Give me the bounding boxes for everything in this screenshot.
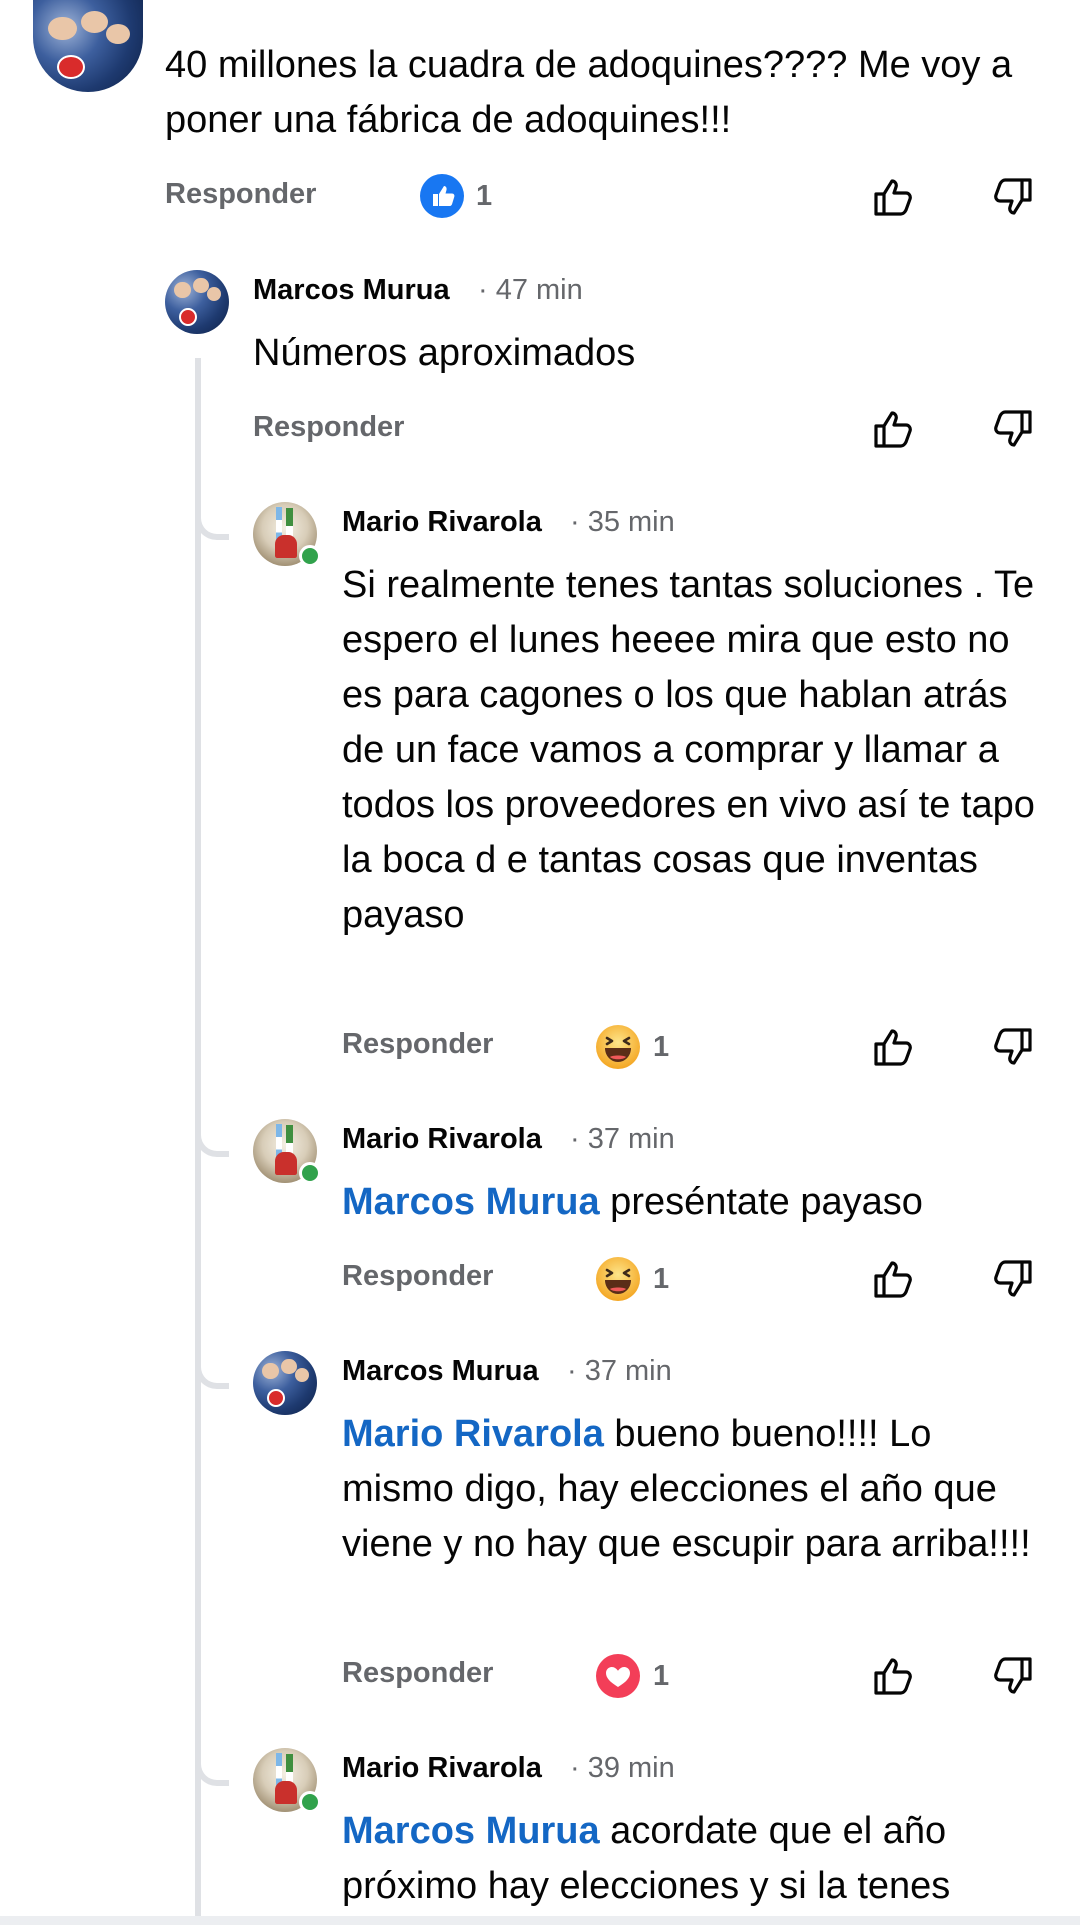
comment-author[interactable]: Mario Rivarola — [342, 1123, 542, 1156]
comment-time[interactable]: · 47 min — [478, 274, 583, 307]
avatar[interactable] — [33, 0, 143, 92]
user-mention[interactable]: Marcos Murua — [342, 1810, 600, 1852]
haha-reaction-icon — [596, 1257, 640, 1301]
reply-button[interactable]: Responder — [342, 1028, 493, 1061]
online-status-indicator — [299, 1162, 321, 1184]
reply-button[interactable]: Responder — [342, 1260, 493, 1293]
comment-text: Marcos Murua preséntate payaso — [342, 1175, 1052, 1230]
comment-author[interactable]: Mario Rivarola — [342, 506, 542, 539]
reply-button[interactable]: Responder — [165, 178, 316, 211]
comment-author[interactable]: Marcos Murua — [342, 1355, 539, 1388]
like-reaction-icon — [420, 174, 464, 218]
reply-button[interactable]: Responder — [253, 411, 404, 444]
thumbs-down-outline-icon[interactable] — [990, 174, 1036, 220]
comment-time[interactable]: · 37 min — [570, 1123, 675, 1156]
user-mention[interactable]: Mario Rivarola — [342, 1413, 604, 1455]
thumbs-down-outline-icon[interactable] — [990, 406, 1036, 452]
reaction-count: 1 — [476, 179, 493, 212]
thumbs-up-outline-icon[interactable] — [870, 1653, 916, 1699]
avatar[interactable] — [253, 1351, 317, 1415]
reaction-summary[interactable]: 1 — [595, 1653, 669, 1699]
online-status-indicator — [299, 1791, 321, 1813]
reaction-summary[interactable]: 1 — [595, 1256, 669, 1302]
user-mention[interactable]: Marcos Murua — [342, 1181, 600, 1223]
comment-time[interactable]: · 35 min — [570, 506, 675, 539]
thumbs-down-outline-icon[interactable] — [990, 1653, 1036, 1699]
comment-text: Si realmente tenes tantas soluciones . T… — [342, 564, 1035, 936]
haha-reaction-icon — [596, 1025, 640, 1069]
comment-author[interactable]: Marcos Murua — [253, 274, 450, 307]
comment-author[interactable]: Mario Rivarola — [342, 1752, 542, 1785]
reaction-count: 1 — [653, 1262, 670, 1295]
love-reaction-icon — [596, 1654, 640, 1698]
thumbs-down-outline-icon[interactable] — [990, 1024, 1036, 1070]
online-status-indicator — [299, 545, 321, 567]
reaction-summary[interactable]: 1 — [420, 174, 492, 218]
comment-text: Marcos Murua acordate que el año próximo… — [342, 1804, 1052, 1916]
comment-text: Mario Rivarola bueno bueno!!!! Lo mismo … — [342, 1407, 1052, 1572]
comment-text: 40 millones la cuadra de adoquines???? M… — [165, 44, 1013, 141]
comment-text-content: preséntate payaso — [599, 1181, 923, 1223]
avatar[interactable] — [165, 270, 229, 334]
thumbs-up-outline-icon[interactable] — [870, 1256, 916, 1302]
comment-time[interactable]: · 39 min — [570, 1752, 675, 1785]
thumbs-up-outline-icon[interactable] — [870, 1024, 916, 1070]
reaction-count: 1 — [653, 1030, 670, 1063]
reaction-count: 1 — [653, 1659, 670, 1692]
reaction-summary[interactable]: 1 — [595, 1024, 669, 1070]
thumbs-up-outline-icon[interactable] — [870, 406, 916, 452]
thumbs-down-outline-icon[interactable] — [990, 1256, 1036, 1302]
bottom-divider — [0, 1916, 1080, 1925]
thumbs-up-outline-icon[interactable] — [870, 174, 916, 220]
comment-text: Números aproximados — [253, 332, 636, 374]
reply-button[interactable]: Responder — [342, 1657, 493, 1690]
comment-time[interactable]: · 37 min — [567, 1355, 672, 1388]
